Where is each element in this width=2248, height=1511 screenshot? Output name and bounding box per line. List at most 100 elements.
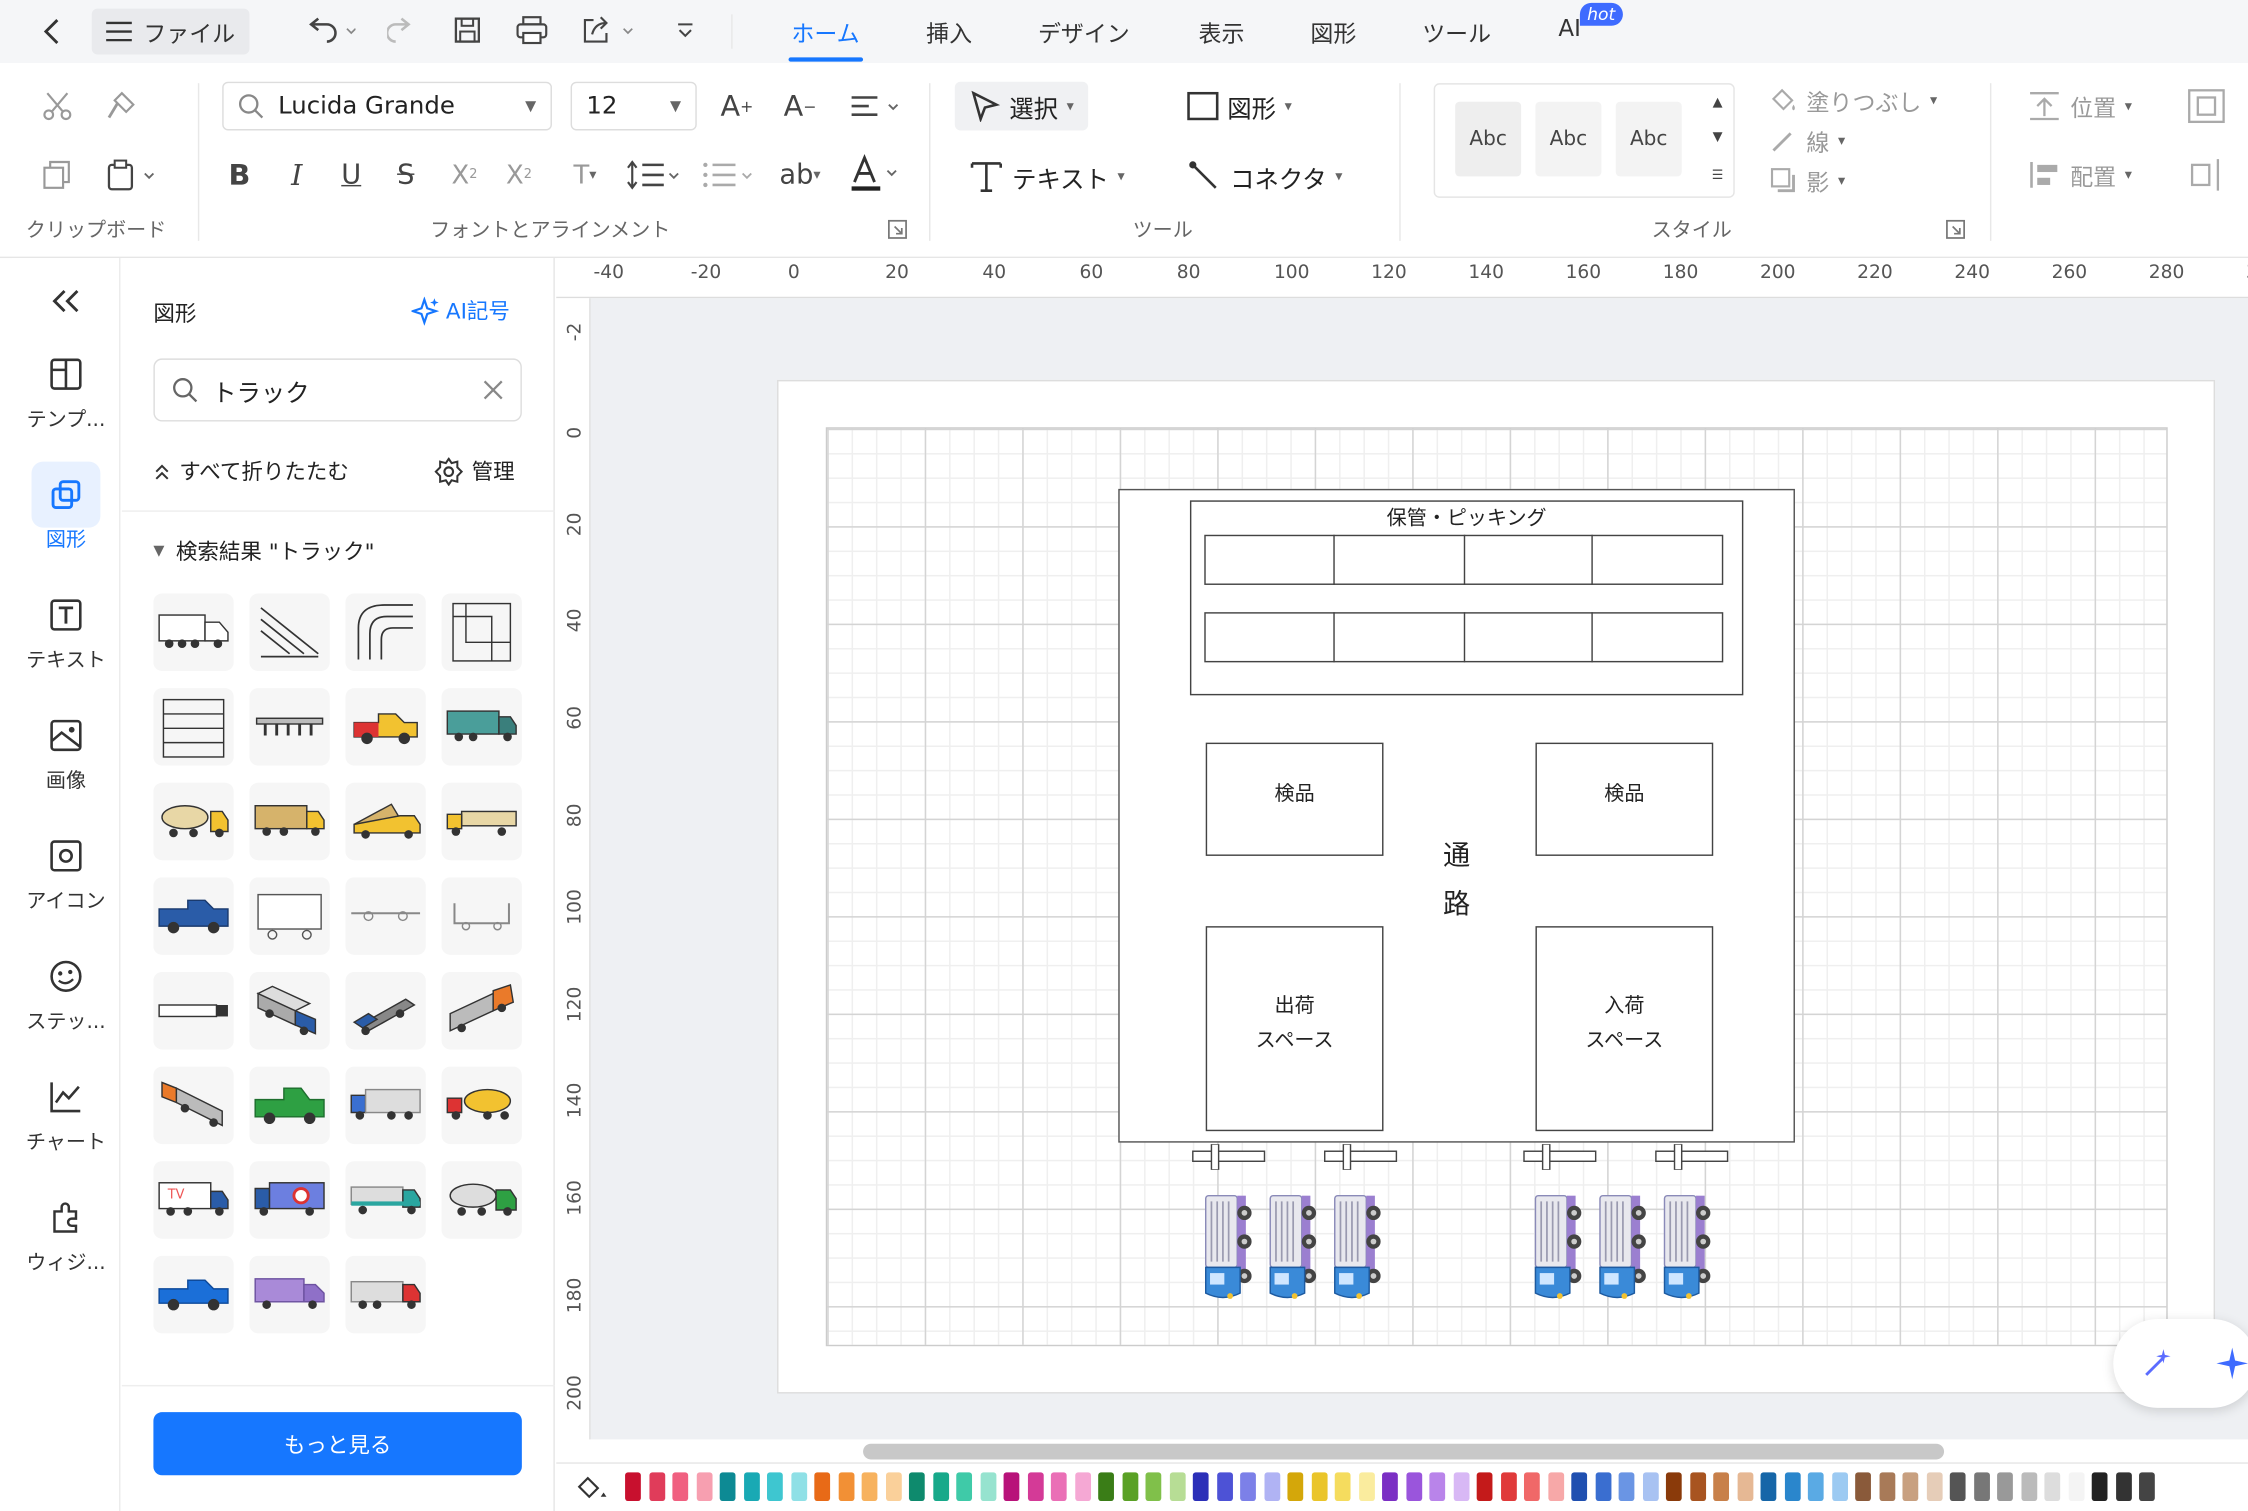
color-swatch[interactable] xyxy=(1145,1472,1162,1502)
color-swatch[interactable] xyxy=(1523,1472,1540,1502)
color-swatch[interactable] xyxy=(1973,1472,1990,1502)
color-swatch[interactable] xyxy=(1807,1472,1824,1502)
color-swatch[interactable] xyxy=(1547,1472,1564,1502)
shape-dump-truck[interactable] xyxy=(345,782,426,861)
rail-item-icon[interactable]: アイコン xyxy=(11,834,120,914)
shape-teal-flatbed[interactable] xyxy=(345,1161,426,1239)
shape-shipment-truck[interactable] xyxy=(153,593,234,671)
tab-shape[interactable]: 図形 xyxy=(1310,14,1356,48)
underline-icon[interactable]: U xyxy=(335,155,367,195)
color-swatch[interactable] xyxy=(1736,1472,1753,1502)
shape-teal-truck[interactable] xyxy=(441,688,522,766)
tab-tools[interactable]: ツール xyxy=(1422,14,1491,48)
select-tool-button[interactable]: 選択 ▾ xyxy=(954,81,1089,131)
shape-blue-pickup[interactable] xyxy=(153,877,234,955)
shape-tv-truck[interactable]: TV xyxy=(153,1161,234,1239)
color-swatch[interactable] xyxy=(1074,1472,1091,1502)
save-icon[interactable] xyxy=(450,13,484,47)
color-swatch[interactable] xyxy=(1476,1472,1493,1502)
shape-mixer-truck[interactable] xyxy=(153,782,234,861)
color-swatch[interactable] xyxy=(1263,1472,1280,1502)
tab-design[interactable]: デザイン xyxy=(1038,14,1130,48)
color-swatch[interactable] xyxy=(908,1472,925,1502)
color-swatch[interactable] xyxy=(1216,1472,1233,1502)
cut-icon[interactable] xyxy=(40,89,74,123)
dock-leveler[interactable] xyxy=(1323,1144,1398,1170)
color-swatch[interactable] xyxy=(1453,1472,1469,1502)
color-swatch[interactable] xyxy=(1169,1472,1185,1502)
color-swatch[interactable] xyxy=(1902,1472,1919,1502)
arrange-button[interactable]: 配置 ▾ xyxy=(2027,155,2132,195)
italic-icon[interactable]: I xyxy=(281,155,313,195)
rail-item-template[interactable]: テンプ... xyxy=(11,353,120,433)
style-sample-2[interactable]: Abc xyxy=(1535,101,1602,177)
color-swatch[interactable] xyxy=(1311,1472,1327,1502)
gallery-expand-icon[interactable]: ☰ xyxy=(1708,165,1728,188)
color-swatch[interactable] xyxy=(648,1472,665,1502)
color-swatch[interactable] xyxy=(1784,1472,1800,1502)
color-swatch[interactable] xyxy=(1855,1472,1871,1502)
color-swatch[interactable] xyxy=(2020,1472,2037,1502)
color-swatch[interactable] xyxy=(767,1472,783,1502)
fill-bucket-icon[interactable] xyxy=(573,1472,610,1504)
shape-trailer-outline[interactable] xyxy=(249,877,330,955)
group-icon[interactable] xyxy=(2185,86,2228,126)
color-swatch[interactable] xyxy=(1713,1472,1730,1502)
bullet-list-icon[interactable] xyxy=(700,155,757,195)
back-icon[interactable] xyxy=(34,14,68,48)
truck-icon[interactable] xyxy=(1596,1190,1653,1305)
file-menu-button[interactable]: ファイル xyxy=(91,8,250,55)
color-swatch[interactable] xyxy=(625,1472,641,1502)
connector-tool-button[interactable]: コネクタ ▾ xyxy=(1187,152,1342,201)
color-swatch[interactable] xyxy=(1642,1472,1659,1502)
color-swatch[interactable] xyxy=(1831,1472,1848,1502)
rail-item-chart[interactable]: チャート xyxy=(11,1075,120,1155)
color-swatch[interactable] xyxy=(814,1472,831,1502)
color-swatch[interactable] xyxy=(1997,1472,2013,1502)
magic-wand-icon[interactable] xyxy=(2139,1345,2176,1382)
color-swatch[interactable] xyxy=(1429,1472,1446,1502)
align-icon[interactable] xyxy=(846,86,903,126)
color-swatch[interactable] xyxy=(2115,1472,2132,1502)
ai-symbol-button[interactable]: AI記号 xyxy=(411,295,510,325)
color-swatch[interactable] xyxy=(672,1472,689,1502)
style-dialog-icon[interactable] xyxy=(1944,218,1967,241)
scroll-down-icon[interactable]: ▼ xyxy=(1708,128,1728,148)
increase-font-icon[interactable]: A + xyxy=(717,86,757,126)
color-swatch[interactable] xyxy=(1192,1472,1209,1502)
shape-blue-pickup-small[interactable] xyxy=(153,1255,234,1334)
shape-curved-conveyor[interactable] xyxy=(345,593,426,671)
tab-ai[interactable]: AI xyxy=(1558,14,1580,41)
color-swatch[interactable] xyxy=(2139,1472,2155,1502)
color-swatch[interactable] xyxy=(1334,1472,1351,1502)
color-swatch[interactable] xyxy=(932,1472,949,1502)
tab-insert[interactable]: 挿入 xyxy=(926,14,972,48)
dock-leveler[interactable] xyxy=(1191,1144,1266,1170)
color-swatch[interactable] xyxy=(1121,1472,1138,1502)
truck-icon[interactable] xyxy=(1201,1190,1258,1305)
color-swatch[interactable] xyxy=(1050,1472,1067,1502)
color-swatch[interactable] xyxy=(979,1472,996,1502)
shape-tool-button[interactable]: 図形 ▾ xyxy=(1187,82,1292,131)
tab-home[interactable]: ホーム xyxy=(788,14,862,62)
color-swatch[interactable] xyxy=(1027,1472,1043,1502)
shape-shelf-stack[interactable] xyxy=(153,688,234,766)
color-swatch[interactable] xyxy=(1926,1472,1942,1502)
shape-purple-van[interactable] xyxy=(249,1255,330,1334)
format-painter-icon[interactable] xyxy=(103,89,137,123)
shape-iso-truck-gray[interactable] xyxy=(249,972,330,1050)
color-swatch[interactable] xyxy=(1287,1472,1304,1502)
superscript-icon[interactable]: X2 xyxy=(444,155,484,195)
shape-iso-truck-blue[interactable] xyxy=(345,972,426,1050)
text-tool-button[interactable]: テキスト ▾ xyxy=(969,152,1125,201)
color-swatch[interactable] xyxy=(719,1472,736,1502)
copy-icon[interactable] xyxy=(40,158,74,192)
collapse-all-button[interactable]: すべて折りたたむ xyxy=(153,456,349,486)
color-swatch[interactable] xyxy=(1665,1472,1682,1502)
fill-button[interactable]: 塗りつぶし ▾ xyxy=(1769,83,1937,117)
font-size-select[interactable]: 12 ▼ xyxy=(570,81,697,131)
export-icon[interactable] xyxy=(579,13,642,47)
color-swatch[interactable] xyxy=(1500,1472,1517,1502)
more-button[interactable]: もっと見る xyxy=(153,1412,522,1476)
decrease-font-icon[interactable]: A − xyxy=(780,86,820,126)
